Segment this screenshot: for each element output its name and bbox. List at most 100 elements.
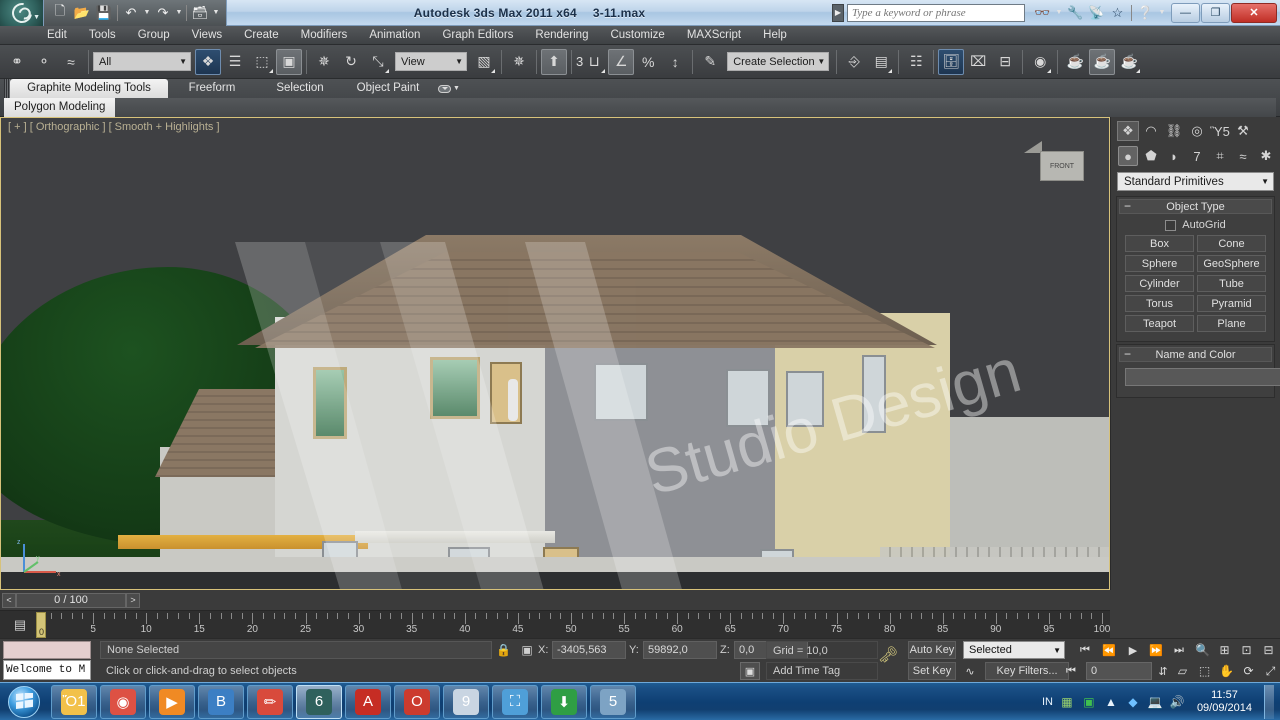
tray-green-icon[interactable]: ▣ (1081, 694, 1097, 710)
curve-editor-button[interactable]: ⌧ (965, 49, 991, 75)
redo-dropdown-icon[interactable]: ▼ (175, 9, 183, 16)
category-shapes[interactable]: ⬟ (1141, 146, 1161, 166)
category-helpers[interactable]: ⌗ (1210, 146, 1230, 166)
add-time-tag-button[interactable]: Add Time Tag (766, 662, 878, 680)
help-icon[interactable]: ❔ (1137, 4, 1154, 21)
rendered-frame-window-button[interactable]: ☕ (1089, 49, 1115, 75)
schematic-view-button[interactable]: ⊟ (992, 49, 1018, 75)
keyboard-shortcut-override-button[interactable]: ⬆ (541, 49, 567, 75)
named-selection-sets-dropdown[interactable]: Create Selection Se ▼ (727, 52, 829, 71)
key-mode-toggle-button[interactable]: ⏮ (1060, 662, 1082, 680)
coord-field-x[interactable]: -3405,563 (552, 641, 626, 659)
restore-button[interactable]: ❐ (1201, 3, 1230, 23)
angle-snap-toggle-button[interactable]: ∠ (608, 49, 634, 75)
category-lights[interactable]: ◗ (1164, 146, 1184, 166)
previous-frame-button[interactable]: ⏪ (1098, 641, 1120, 659)
go-to-end-button[interactable]: ⏭ (1168, 641, 1190, 659)
tray-display-icon[interactable]: 💻 (1147, 694, 1163, 710)
pan-view-button[interactable]: ✋ (1216, 662, 1237, 680)
menu-customize[interactable]: Customize (599, 26, 675, 45)
redo-icon[interactable]: ↷ (153, 3, 173, 23)
cp-tab-create[interactable]: ❖ (1117, 121, 1139, 141)
menu-modifiers[interactable]: Modifiers (290, 26, 359, 45)
menu-edit[interactable]: Edit (36, 26, 78, 45)
align-button[interactable]: ▤ (868, 49, 894, 75)
window-crossing-toggle-button[interactable]: ▣ (276, 49, 302, 75)
cp-tab-display[interactable]: Ὓ5 (1209, 121, 1231, 141)
select-and-manipulate-button[interactable]: ✵ (506, 49, 532, 75)
primitive-type-dropdown[interactable]: Standard Primitives ▼ (1117, 172, 1274, 191)
menu-create[interactable]: Create (233, 26, 290, 45)
taskbar-network[interactable]: ⛶ (492, 685, 538, 719)
tab-freeform[interactable]: Freeform (168, 79, 256, 98)
tray-bluetooth-icon[interactable]: ◆ (1125, 694, 1141, 710)
render-setup-button[interactable]: ☕ (1062, 49, 1088, 75)
tray-volume-icon[interactable]: 🔊 (1169, 694, 1185, 710)
unlink-selection-button[interactable]: ⚬ (31, 49, 57, 75)
object-name-input[interactable] (1125, 368, 1280, 386)
bind-to-space-warp-button[interactable]: ≈ (58, 49, 84, 75)
percent-snap-toggle-button[interactable]: % (635, 49, 661, 75)
show-desktop-button[interactable] (1264, 685, 1274, 719)
primitive-button-tube[interactable]: Tube (1197, 275, 1266, 292)
open-mini-curve-editor-button[interactable]: ▤ (10, 616, 30, 634)
taskbar-3ds-max[interactable]: 6 (296, 685, 342, 719)
tray-language-indicator[interactable]: IN (1042, 696, 1053, 708)
primitive-button-geosphere[interactable]: GeoSphere (1197, 255, 1266, 272)
application-menu-button[interactable]: ▼ (0, 0, 44, 26)
mirror-button[interactable]: ⎆ (841, 49, 867, 75)
next-frame-button[interactable]: ⏩ (1145, 641, 1167, 659)
primitive-button-sphere[interactable]: Sphere (1125, 255, 1194, 272)
select-and-rotate-button[interactable]: ↻ (338, 49, 364, 75)
time-tag-icon[interactable]: ▣ (740, 662, 760, 680)
open-file-icon[interactable]: 📂 (72, 3, 92, 23)
frame-spinner[interactable]: ⇵ (1152, 662, 1174, 680)
select-and-scale-button[interactable]: ⤡ (365, 49, 391, 75)
selection-filter-dropdown[interactable]: All ▼ (93, 52, 191, 71)
maxscript-mini-listener-top[interactable] (3, 641, 91, 659)
previous-frame-arrow[interactable]: < (2, 593, 16, 608)
lock-selection-icon[interactable]: 🔒 (496, 642, 511, 658)
menu-animation[interactable]: Animation (358, 26, 431, 45)
category-cameras[interactable]: ὏7 (1187, 146, 1207, 166)
reference-coordinate-dropdown[interactable]: View ▼ (395, 52, 467, 71)
rectangular-selection-region-button[interactable]: ⬚ (249, 49, 275, 75)
zoom-button[interactable]: 🔍 (1192, 641, 1213, 659)
spinner-snap-toggle-button[interactable]: ↕ (662, 49, 688, 75)
search-input[interactable] (847, 4, 1025, 22)
taskbar-calculator[interactable]: ὚9 (443, 685, 489, 719)
menu-graph-editors[interactable]: Graph Editors (431, 26, 524, 45)
start-button[interactable] (0, 684, 48, 720)
chevron-down-icon[interactable]: ▼ (1055, 9, 1063, 16)
key-filters-button[interactable]: Key Filters... (985, 662, 1069, 680)
qat-customize-icon[interactable]: ▼ (212, 9, 220, 16)
select-by-name-button[interactable]: ☰ (222, 49, 248, 75)
field-of-view-button[interactable]: ▱ (1172, 662, 1193, 680)
track-bar-ruler[interactable]: 5 10 15 20 25 30 35 40 45 50 55 60 65 70 75 80 85 90 95 100… (40, 611, 1110, 639)
category-space-warps[interactable]: ≈ (1233, 146, 1253, 166)
edit-named-selection-sets-button[interactable]: ✎ (697, 49, 723, 75)
autogrid-checkbox[interactable] (1165, 220, 1176, 231)
toggle-scene-explorer-button[interactable]: 🗄 (938, 49, 964, 75)
chevron-down-icon[interactable]: ▼ (1158, 9, 1166, 16)
set-project-folder-icon[interactable]: 🗃 (190, 3, 210, 23)
time-slider-handle[interactable]: 0 / 100 (16, 593, 126, 608)
tab-object-paint[interactable]: Object Paint (344, 79, 432, 98)
tab-graphite-modeling-tools[interactable]: Graphite Modeling Tools (10, 79, 168, 98)
primitive-button-pyramid[interactable]: Pyramid (1197, 295, 1266, 312)
primitive-button-cylinder[interactable]: Cylinder (1125, 275, 1194, 292)
taskbar-idm-downloader[interactable]: ⬇ (541, 685, 587, 719)
ribbon-minimize-icon[interactable]: ▼ (432, 79, 466, 98)
star-icon[interactable]: ☆ (1109, 4, 1126, 21)
taskbar-system-monitor[interactable]: ὚5 (590, 685, 636, 719)
menu-views[interactable]: Views (181, 26, 233, 45)
material-editor-button[interactable]: ◉ (1027, 49, 1053, 75)
collapse-icon[interactable]: − (1124, 347, 1131, 361)
track-bar[interactable]: ▤ 5 10 15 20 25 30 35 40 45 50 55 60 65 70 75 80 85 90 95 1… (0, 610, 1110, 638)
ribbon-panel-polygon-modeling[interactable]: Polygon Modeling (4, 98, 115, 117)
minimize-button[interactable]: — (1171, 3, 1200, 23)
current-frame-field[interactable]: 0 (1086, 662, 1152, 680)
taskbar-windows-explorer[interactable]: Ὄ1 (51, 685, 97, 719)
primitive-button-plane[interactable]: Plane (1197, 315, 1266, 332)
taskbar-autocad[interactable]: A (345, 685, 391, 719)
